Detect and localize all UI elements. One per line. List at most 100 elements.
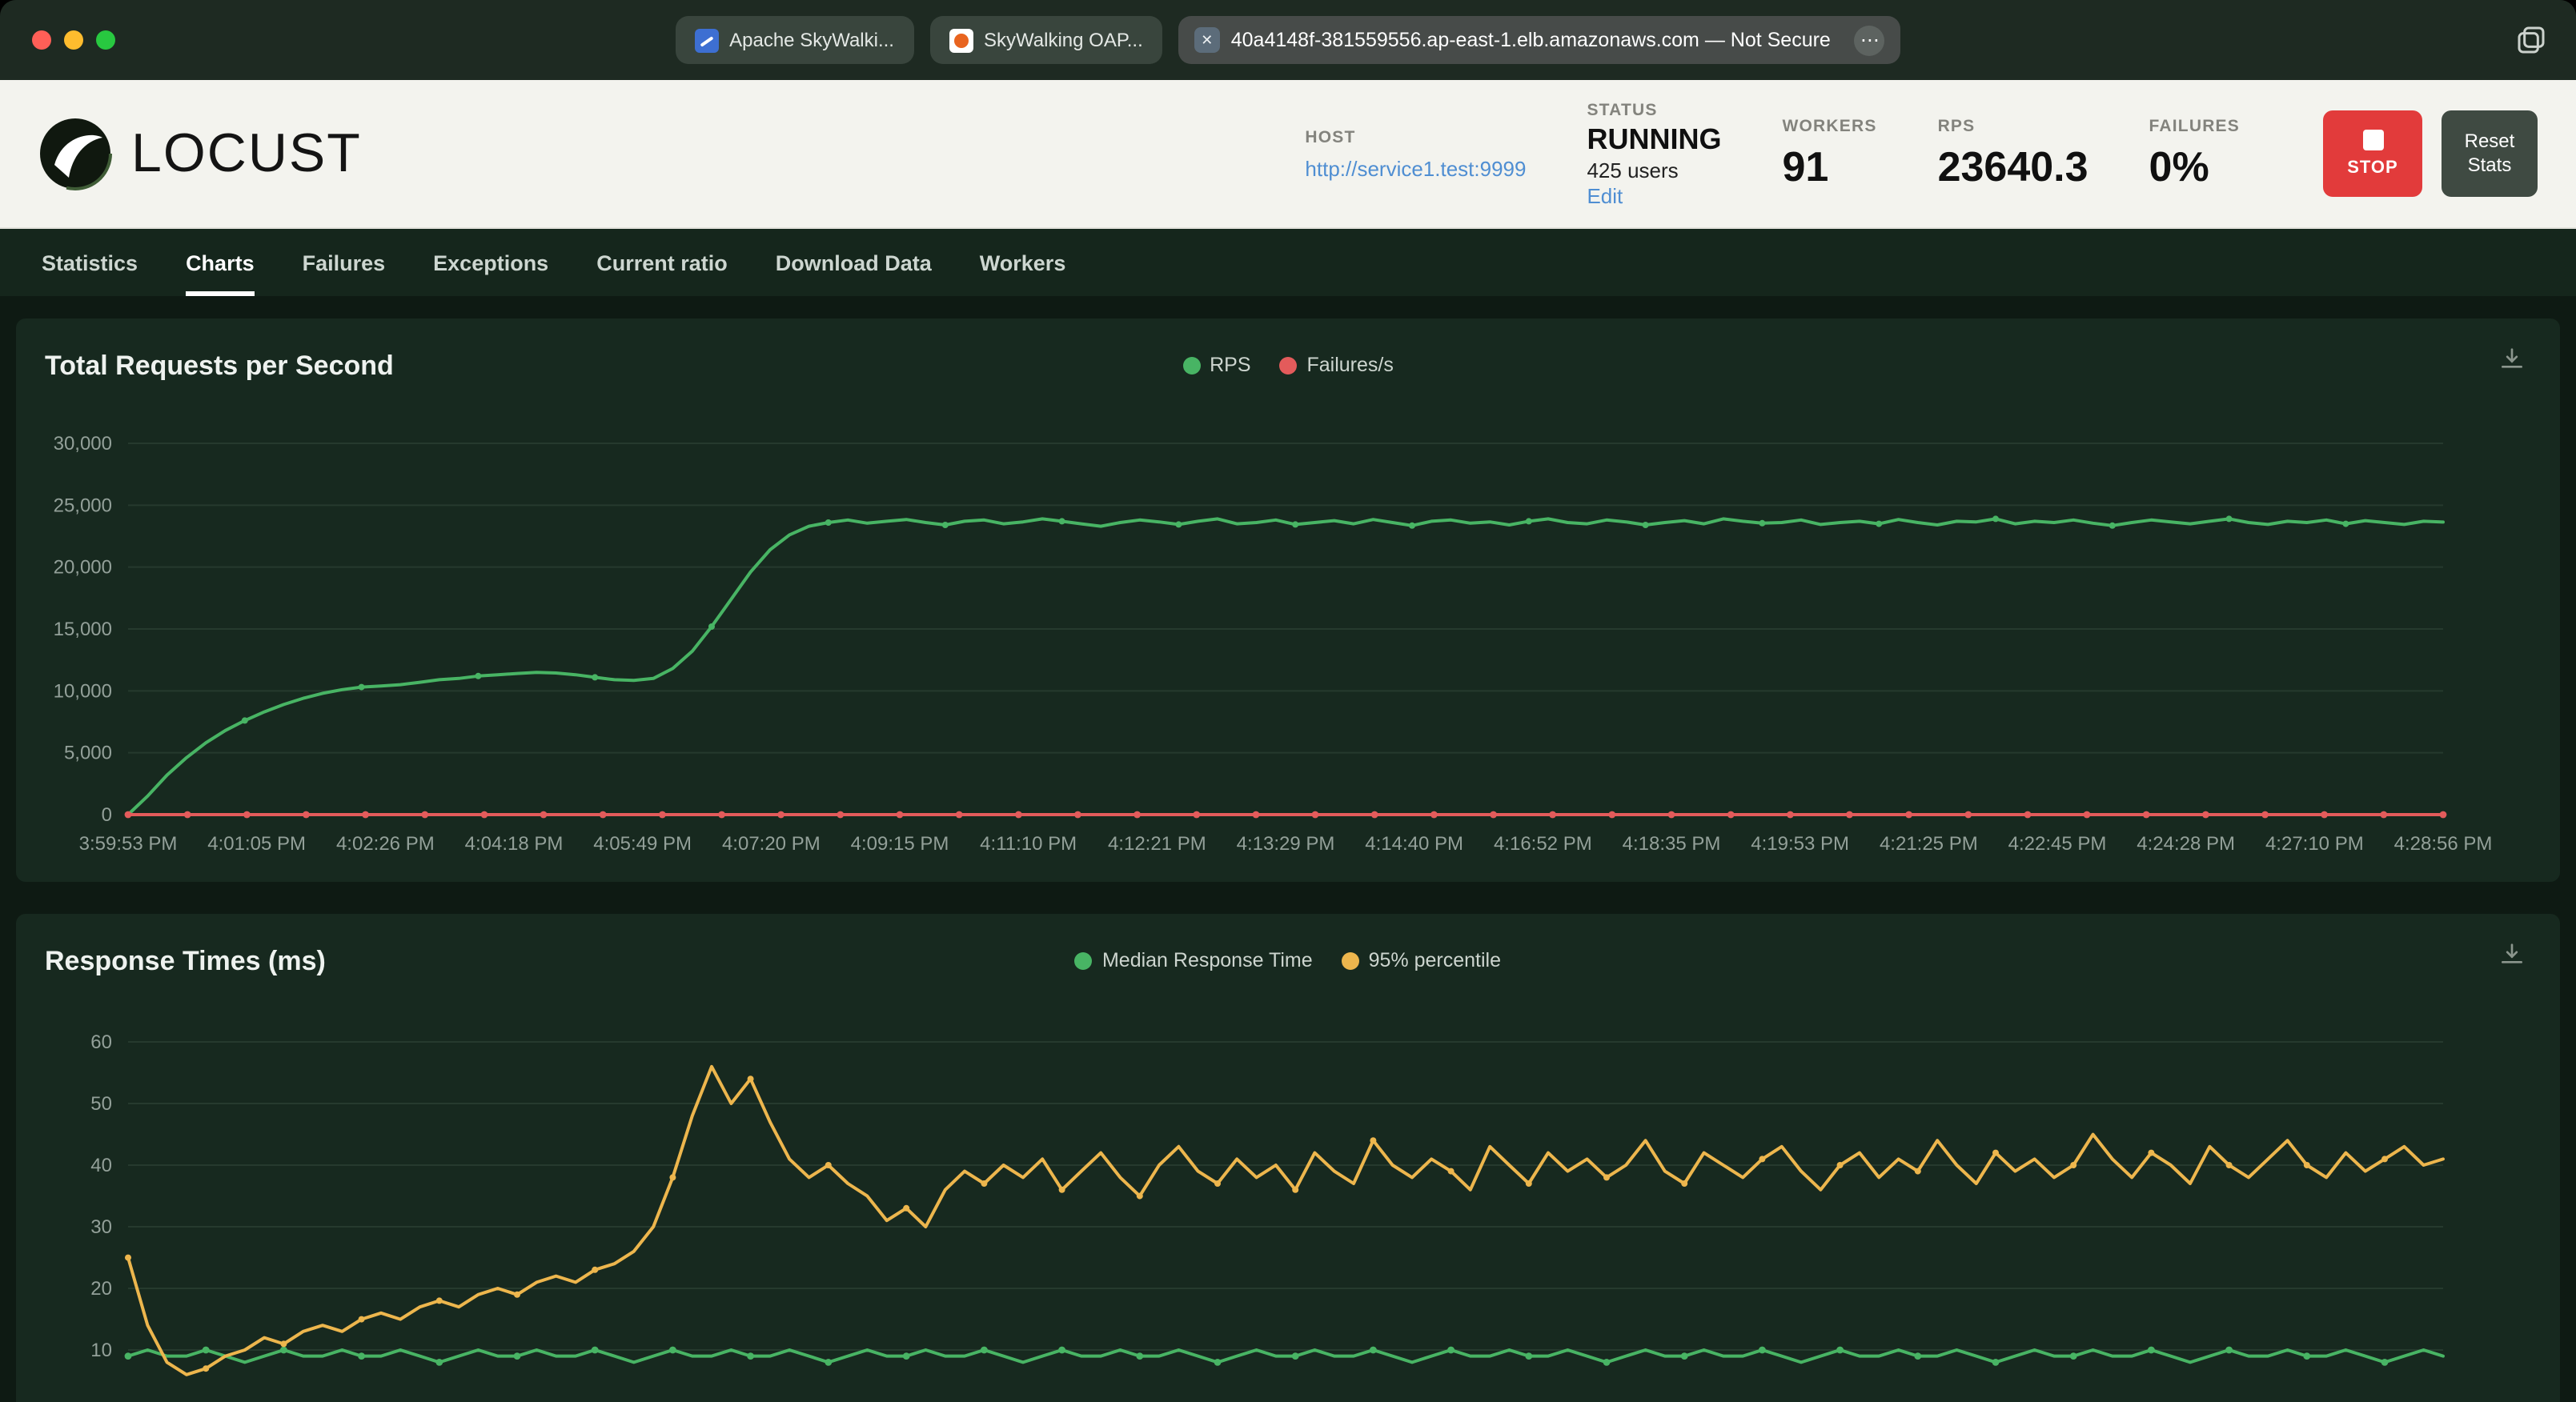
svg-text:4:05:49 PM: 4:05:49 PM: [593, 833, 692, 855]
svg-text:0: 0: [102, 804, 112, 826]
rps-value: 23640.3: [1937, 142, 2088, 190]
locust-header: LOCUST HOST http://service1.test:9999 ST…: [0, 80, 2576, 229]
failures-label: FAILURES: [2149, 116, 2240, 135]
legend-label: Failures/s: [1306, 354, 1394, 376]
svg-text:40: 40: [90, 1155, 112, 1176]
minimize-window-button[interactable]: [64, 30, 83, 50]
download-chart-icon[interactable]: [2496, 344, 2528, 376]
legend-swatch: [1279, 356, 1298, 374]
svg-text:4:24:28 PM: 4:24:28 PM: [2137, 833, 2235, 855]
svg-text:4:02:26 PM: 4:02:26 PM: [336, 833, 435, 855]
stop-icon: [2362, 130, 2383, 150]
svg-text:4:18:35 PM: 4:18:35 PM: [1623, 833, 1721, 855]
header-buttons: STOP Reset Stats: [2323, 110, 2538, 197]
svg-text:10: 10: [90, 1340, 112, 1361]
svg-text:4:01:05 PM: 4:01:05 PM: [207, 833, 306, 855]
svg-text:60: 60: [90, 1031, 112, 1053]
chart-legend: Median Response Time 95% percentile: [16, 949, 2560, 971]
svg-text:3:59:53 PM: 3:59:53 PM: [79, 833, 178, 855]
chart-title: Response Times (ms): [45, 946, 326, 976]
skywalking-orange-icon: [949, 28, 973, 52]
chart-canvas: 0 5,000 10,000 15,000 20,000 25,000 30,000 3:59…: [54, 433, 2493, 855]
svg-text:20: 20: [90, 1278, 112, 1300]
tab-workers[interactable]: Workers: [980, 229, 1066, 296]
legend-item[interactable]: 95% percentile: [1341, 949, 1502, 971]
host-link[interactable]: http://service1.test:9999: [1305, 156, 1526, 180]
failures-stat: FAILURES 0%: [2149, 116, 2240, 191]
svg-text:4:14:40 PM: 4:14:40 PM: [1365, 833, 1463, 855]
workers-stat: WORKERS 91: [1782, 116, 1876, 191]
rps-stat: RPS 23640.3: [1938, 116, 2088, 191]
chart-title: Total Requests per Second: [45, 350, 394, 381]
status-stat: STATUS RUNNING 425 users Edit: [1587, 100, 1721, 207]
tab-current-ratio[interactable]: Current ratio: [596, 229, 728, 296]
skywalking-blue-icon: [694, 28, 719, 52]
chart-panel-response-times: Response Times (ms) Median Response Time…: [16, 914, 2560, 1402]
main-nav: Statistics Charts Failures Exceptions Cu…: [0, 229, 2576, 296]
logo-wordmark: LOCUST: [131, 122, 362, 183]
panel-header: Total Requests per Second RPS Failures/s: [16, 318, 2560, 415]
window-controls: [32, 30, 115, 50]
svg-text:4:22:45 PM: 4:22:45 PM: [2008, 833, 2107, 855]
page-more-icon[interactable]: ⋯: [1854, 25, 1885, 55]
download-chart-icon[interactable]: [2496, 939, 2528, 971]
host-label: HOST: [1305, 127, 1356, 146]
workers-value: 91: [1782, 142, 1829, 190]
zoom-window-button[interactable]: [96, 30, 115, 50]
tab-skywalking-oap[interactable]: SkyWalking OAP...: [929, 16, 1162, 64]
failures-value: 0%: [2149, 142, 2209, 190]
svg-text:4:13:29 PM: 4:13:29 PM: [1237, 833, 1335, 855]
tab-overview-icon[interactable]: [2515, 24, 2547, 56]
tab-label: Apache SkyWalki...: [729, 29, 894, 51]
browser-tabs: Apache SkyWalki... SkyWalking OAP... ✕ 4…: [675, 16, 1901, 64]
legend-swatch: [1182, 356, 1201, 374]
host-stat: HOST http://service1.test:9999: [1305, 127, 1526, 180]
svg-text:5,000: 5,000: [64, 743, 112, 764]
legend-label: 95% percentile: [1368, 949, 1502, 971]
active-tab-address-bar[interactable]: ✕ 40a4148f-381559556.ap-east-1.elb.amazo…: [1178, 16, 1901, 64]
legend-swatch: [1341, 951, 1359, 969]
tab-statistics[interactable]: Statistics: [42, 229, 138, 296]
response-times-chart[interactable]: 0102030405060: [16, 1010, 2560, 1402]
header-stats: HOST http://service1.test:9999 STATUS RU…: [1305, 100, 2538, 207]
close-window-button[interactable]: [32, 30, 51, 50]
legend-item[interactable]: RPS: [1182, 354, 1251, 376]
close-tab-icon[interactable]: ✕: [1194, 27, 1220, 53]
workers-label: WORKERS: [1782, 116, 1877, 135]
tab-charts[interactable]: Charts: [186, 229, 255, 296]
svg-text:4:09:15 PM: 4:09:15 PM: [851, 833, 949, 855]
svg-text:50: 50: [90, 1093, 112, 1115]
locust-logo-icon: [38, 117, 112, 190]
svg-text:4:04:18 PM: 4:04:18 PM: [465, 833, 564, 855]
rps-chart[interactable]: 0 5,000 10,000 15,000 20,000 25,000 30,000 3:59…: [16, 415, 2560, 882]
rps-label: RPS: [1937, 116, 1976, 135]
svg-text:30,000: 30,000: [54, 433, 112, 455]
svg-text:4:21:25 PM: 4:21:25 PM: [1880, 833, 1978, 855]
legend-label: RPS: [1210, 354, 1251, 376]
svg-text:4:11:10 PM: 4:11:10 PM: [980, 833, 1077, 855]
panel-header: Response Times (ms) Median Response Time…: [16, 914, 2560, 1010]
svg-text:4:27:10 PM: 4:27:10 PM: [2265, 833, 2364, 855]
tab-download-data[interactable]: Download Data: [776, 229, 932, 296]
browser-chrome: Apache SkyWalki... SkyWalking OAP... ✕ 4…: [0, 0, 2576, 80]
stop-button[interactable]: STOP: [2323, 110, 2422, 197]
tab-exceptions[interactable]: Exceptions: [433, 229, 548, 296]
svg-text:15,000: 15,000: [54, 619, 112, 640]
legend-item[interactable]: Median Response Time: [1074, 949, 1313, 971]
legend-item[interactable]: Failures/s: [1279, 354, 1394, 376]
svg-text:4:19:53 PM: 4:19:53 PM: [1751, 833, 1849, 855]
edit-users-link[interactable]: Edit: [1587, 183, 1721, 207]
reset-stats-button[interactable]: Reset Stats: [2442, 110, 2538, 197]
status-value: RUNNING: [1587, 122, 1722, 154]
svg-text:20,000: 20,000: [54, 557, 112, 579]
legend-label: Median Response Time: [1101, 949, 1313, 971]
locust-logo: LOCUST: [38, 117, 362, 190]
svg-text:4:28:56 PM: 4:28:56 PM: [2394, 833, 2493, 855]
screen: Apache SkyWalki... SkyWalking OAP... ✕ 4…: [0, 0, 2576, 1402]
tab-failures[interactable]: Failures: [303, 229, 386, 296]
svg-text:4:16:52 PM: 4:16:52 PM: [1494, 833, 1592, 855]
tab-label: SkyWalking OAP...: [984, 29, 1143, 51]
charts-page: Total Requests per Second RPS Failures/s …: [0, 296, 2576, 1402]
chart-canvas: 0102030405060: [90, 1031, 2445, 1402]
tab-apache-skywalking[interactable]: Apache SkyWalki...: [675, 16, 913, 64]
